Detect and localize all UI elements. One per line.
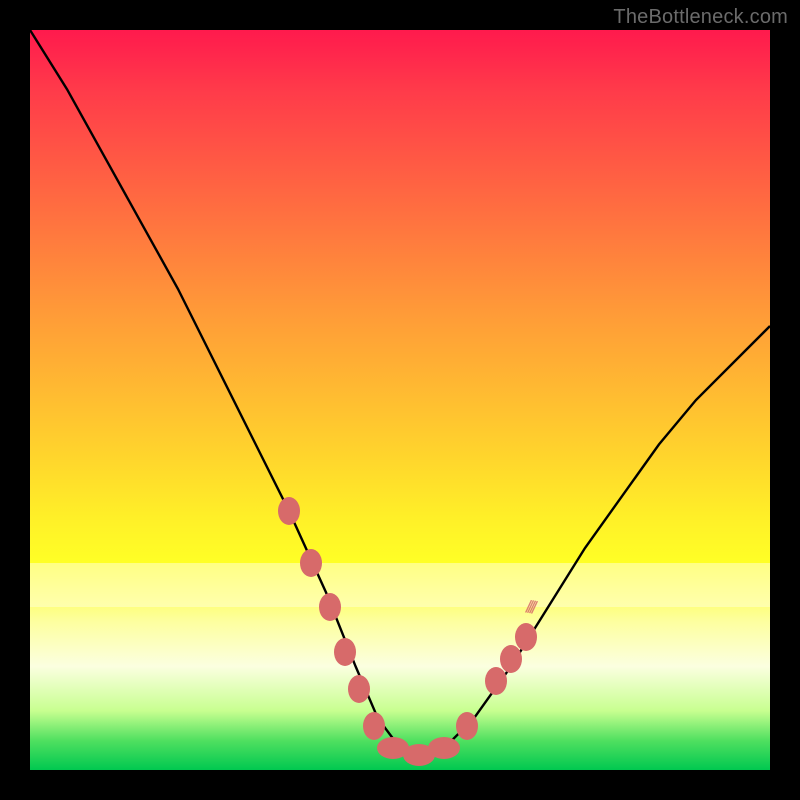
curve-marker [377, 737, 409, 759]
curve-marker [428, 737, 460, 759]
curve-marker [500, 645, 522, 673]
curve-marker [319, 593, 341, 621]
curve-marker [515, 623, 537, 651]
plot-area: //// [30, 30, 770, 770]
curve-marker [348, 675, 370, 703]
curve-layer [30, 30, 770, 770]
bottleneck-curve [30, 30, 770, 755]
chart-stage: TheBottleneck.com //// [0, 0, 800, 800]
pale-band [30, 563, 770, 607]
curve-marker [363, 712, 385, 740]
curve-marker [278, 497, 300, 525]
curve-marker [456, 712, 478, 740]
curve-marker [485, 667, 507, 695]
curve-marker [334, 638, 356, 666]
watermark-text: TheBottleneck.com [613, 6, 788, 29]
curve-marker [403, 744, 435, 766]
curve-marker [300, 549, 322, 577]
sparkle-icon: //// [524, 598, 535, 617]
